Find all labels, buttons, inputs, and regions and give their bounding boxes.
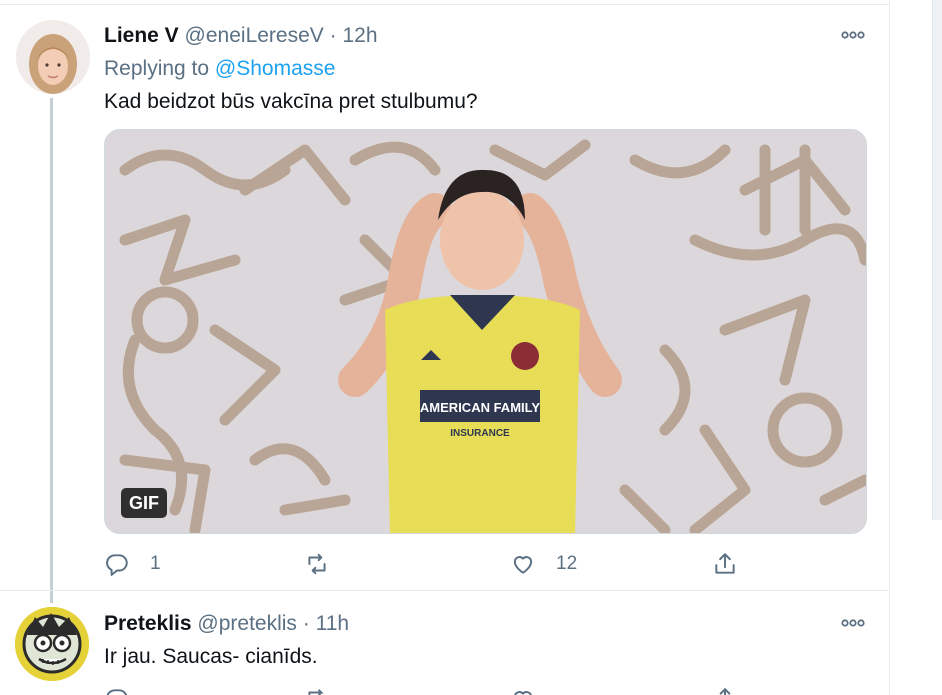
reply-mention-link[interactable]: @Shomasse [215, 57, 336, 80]
jersey-text: AMERICAN FAMILY [420, 400, 540, 415]
tweet-actions [104, 684, 744, 695]
display-name[interactable]: Liene V [104, 24, 179, 47]
retweet-button[interactable] [304, 549, 350, 579]
timestamp[interactable]: 11h [316, 612, 349, 635]
tweet-actions: 1 12 [104, 549, 744, 579]
tweet[interactable]: Liene V @eneiLereseV · 12h Replying to @… [0, 0, 889, 603]
separator-dot: · [302, 612, 310, 635]
timeline-column: Liene V @eneiLereseV · 12h Replying to @… [0, 0, 890, 695]
share-button[interactable] [712, 549, 738, 579]
avatar[interactable] [15, 607, 89, 681]
retweet-icon [308, 689, 324, 695]
avatar[interactable] [16, 20, 90, 94]
like-icon [514, 691, 532, 695]
reply-button[interactable]: 1 [104, 549, 161, 579]
jersey-text-2: INSURANCE [450, 428, 510, 439]
reply-button[interactable] [104, 684, 130, 695]
like-count: 12 [556, 553, 578, 574]
timestamp[interactable]: 12h [342, 24, 377, 47]
gif-badge: GIF [121, 488, 167, 518]
more-icon[interactable] [840, 616, 866, 630]
replying-to-line: Replying to @Shomasse [104, 56, 335, 82]
reply-icon [106, 554, 128, 576]
separator-dot: · [329, 24, 337, 47]
reply-count: 1 [150, 553, 161, 574]
tweet-header: Liene V @eneiLereseV · 12h [104, 23, 378, 49]
tweet[interactable]: Preteklis @preteklis · 11h Ir jau. Sauca… [0, 590, 889, 695]
like-button[interactable] [510, 684, 536, 695]
right-panel [891, 0, 942, 695]
more-icon[interactable] [840, 28, 866, 42]
share-button[interactable] [712, 684, 738, 695]
like-icon [513, 556, 533, 574]
gif-image: AMERICAN FAMILY INSURANCE [105, 130, 866, 533]
display-name[interactable]: Preteklis [104, 612, 192, 635]
scrollbar[interactable] [932, 0, 942, 520]
share-icon [715, 553, 735, 574]
user-handle[interactable]: @eneiLereseV [185, 24, 324, 47]
user-handle[interactable]: @preteklis [197, 612, 297, 635]
retweet-icon [308, 553, 326, 575]
reply-icon [106, 689, 128, 695]
tweet-text: Kad beidzot būs vakcīna pret stulbumu? [104, 90, 478, 113]
replying-prefix: Replying to [104, 57, 210, 80]
share-icon [719, 687, 731, 695]
like-button[interactable]: 12 [510, 549, 577, 579]
tweet-header: Preteklis @preteklis · 11h [104, 611, 349, 637]
thread-line [50, 98, 53, 603]
retweet-button[interactable] [304, 684, 330, 695]
gif-media[interactable]: AMERICAN FAMILY INSURANCE GIF [104, 129, 867, 534]
tweet-text: Ir jau. Saucas- cianīds. [104, 645, 318, 668]
